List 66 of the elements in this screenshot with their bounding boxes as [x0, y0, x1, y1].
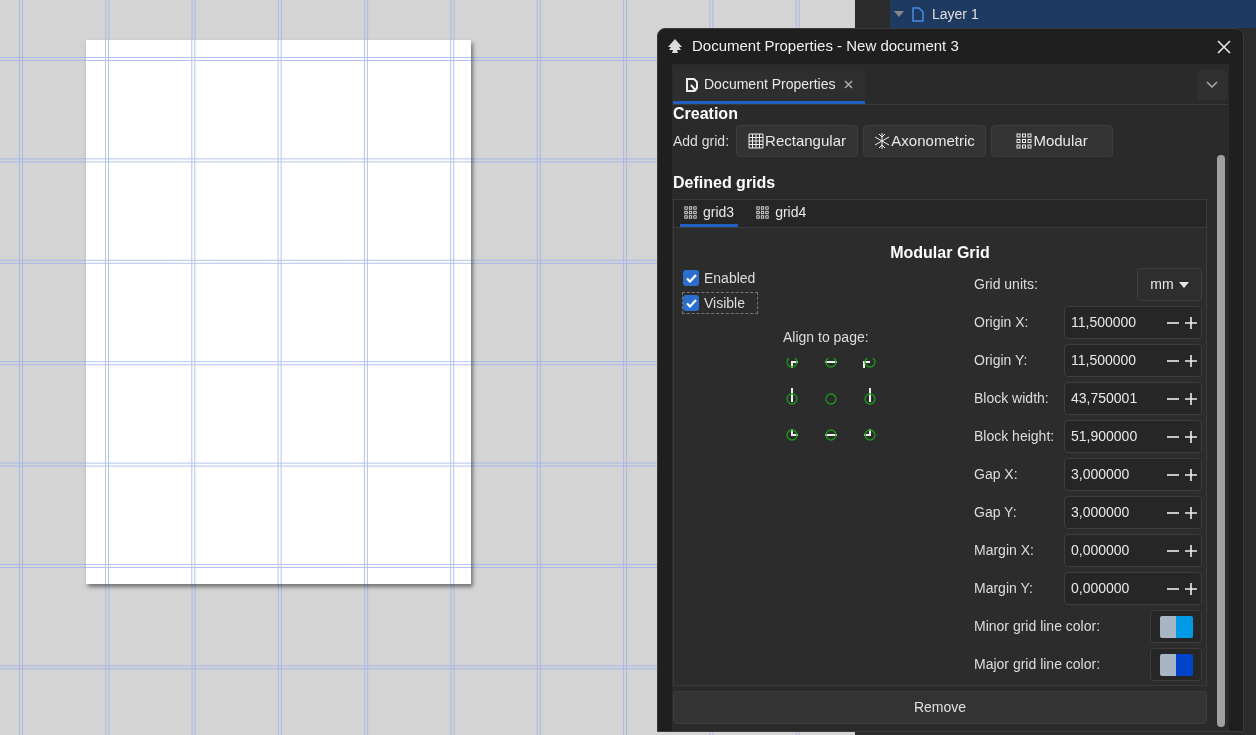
grid-tab[interactable]: grid4	[752, 200, 811, 227]
field-label: Minor grid line color:	[974, 617, 1101, 636]
spin-field[interactable]: 43,750001	[1064, 382, 1202, 415]
field-label: Gap Y:	[974, 503, 1017, 522]
spin-field[interactable]: 51,900000	[1064, 420, 1202, 453]
add-modular-button[interactable]: Modular	[991, 125, 1114, 157]
checkbox[interactable]	[683, 295, 699, 311]
layer-row[interactable]: Layer 1	[890, 0, 1256, 28]
section-heading: Creation	[673, 105, 738, 123]
plus-icon[interactable]	[1184, 391, 1198, 406]
spin-field[interactable]: 3,000000	[1064, 458, 1202, 491]
spin-field[interactable]: 11,500000	[1064, 306, 1202, 339]
snowflake-icon	[874, 133, 891, 149]
close-icon[interactable]	[1217, 39, 1231, 54]
chevron-down-icon	[1206, 81, 1218, 89]
add-rectangular-button[interactable]: Rectangular	[736, 125, 859, 157]
plus-icon[interactable]	[1184, 353, 1198, 368]
field-label: Block height:	[974, 427, 1055, 446]
dot-grid-icon	[684, 205, 697, 219]
dot-grid-icon	[756, 205, 770, 219]
checkbox-label: Visible	[704, 293, 745, 313]
checkbox-row[interactable]: Enabled	[682, 267, 759, 289]
scrollbar[interactable]	[1217, 155, 1225, 727]
app-logo-icon	[666, 37, 684, 56]
plus-icon[interactable]	[1184, 505, 1198, 520]
tab-label: Document Properties	[704, 75, 836, 94]
spin-field[interactable]: 0,000000	[1064, 534, 1202, 567]
spin-field[interactable]: 0,000000	[1064, 572, 1202, 605]
layer-name: Layer 1	[932, 4, 979, 24]
caret-icon	[1178, 281, 1189, 288]
add-grid-label: Add grid:	[673, 131, 730, 151]
checkbox-label: Enabled	[704, 268, 756, 288]
expander-icon[interactable]	[894, 9, 904, 19]
dropdown-button[interactable]	[1197, 70, 1227, 100]
spin-field[interactable]: 11,500000	[1064, 344, 1202, 377]
plus-icon[interactable]	[1184, 429, 1198, 444]
document-properties-icon	[685, 77, 698, 92]
document-icon	[912, 6, 924, 22]
field-label: Gap X:	[974, 465, 1018, 484]
align-label: Align to page:	[783, 328, 869, 347]
units-dropdown[interactable]: mm	[1137, 268, 1202, 301]
field-label: Major grid line color:	[974, 655, 1101, 674]
plus-icon[interactable]	[1184, 581, 1198, 596]
grid-title: Modular Grid	[889, 243, 991, 263]
spin-field[interactable]: 3,000000	[1064, 496, 1202, 529]
plus-icon[interactable]	[1184, 467, 1198, 482]
field-label: Block width:	[974, 389, 1049, 408]
tab[interactable]: Document Properties	[673, 68, 865, 104]
checkbox-row[interactable]: Visible	[682, 292, 759, 314]
color-button[interactable]	[1150, 610, 1202, 643]
remove-button[interactable]: Remove	[673, 691, 1207, 724]
add-axonometric-button[interactable]: Axonometric	[863, 125, 987, 157]
window-title: Document Properties - New document 3	[692, 36, 959, 57]
checkbox[interactable]	[683, 270, 699, 286]
color-button[interactable]	[1150, 648, 1202, 681]
field-label: Origin Y:	[974, 351, 1028, 370]
dot-grid-icon	[1016, 133, 1033, 149]
plus-icon[interactable]	[1184, 315, 1198, 330]
field-label: Grid units:	[974, 275, 1038, 294]
field-label: Origin X:	[974, 313, 1029, 332]
close-tab-icon[interactable]	[843, 80, 853, 89]
field-label: Margin X:	[974, 541, 1034, 560]
grid-icon	[748, 133, 765, 149]
plus-icon[interactable]	[1184, 543, 1198, 558]
section-heading: Defined grids	[673, 173, 777, 193]
field-label: Margin Y:	[974, 579, 1033, 598]
